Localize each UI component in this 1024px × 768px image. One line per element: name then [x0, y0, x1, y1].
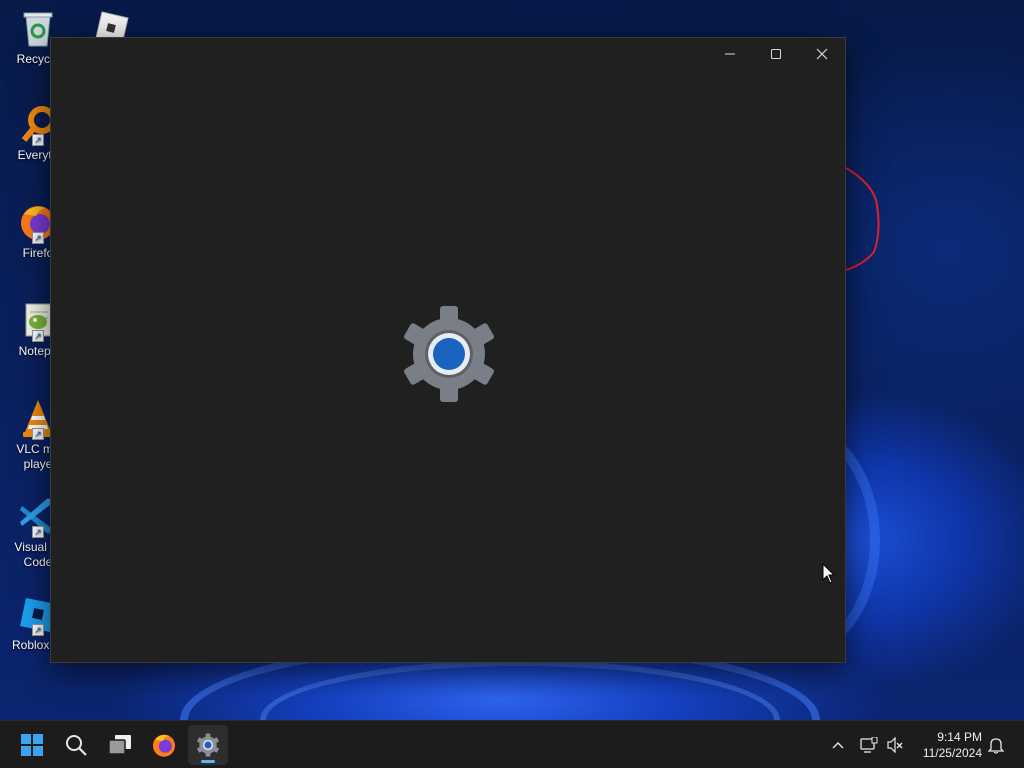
- clock-date: 11/25/2024: [922, 746, 982, 760]
- shortcut-arrow-icon: ↗: [32, 428, 44, 440]
- active-app-indicator: [201, 760, 215, 763]
- notifications-button[interactable]: [984, 721, 1008, 768]
- volume-muted-icon: [887, 737, 903, 753]
- shortcut-arrow-icon: ↗: [32, 330, 44, 342]
- taskbar-clock[interactable]: 9:14 PM 11/25/2024: [912, 729, 982, 761]
- start-button[interactable]: [12, 725, 52, 765]
- network-icon: [860, 737, 878, 753]
- show-hidden-icons-button[interactable]: [826, 721, 850, 768]
- title-bar[interactable]: [51, 38, 845, 70]
- taskbar: 9:14 PM 11/25/2024: [0, 720, 1024, 768]
- shortcut-arrow-icon: ↗: [32, 624, 44, 636]
- taskbar-settings-button[interactable]: [188, 725, 228, 765]
- windows-start-icon: [21, 734, 43, 756]
- task-view-icon: [108, 735, 131, 755]
- taskbar-firefox-button[interactable]: [144, 725, 184, 765]
- volume-button[interactable]: [884, 721, 906, 768]
- shortcut-arrow-icon: ↗: [32, 232, 44, 244]
- mouse-pointer-icon: [822, 563, 836, 584]
- notification-bell-icon: [988, 738, 1004, 754]
- maximize-button[interactable]: [753, 38, 799, 70]
- search-icon: [66, 735, 87, 756]
- clock-time: 9:14 PM: [937, 730, 982, 744]
- shortcut-arrow-icon: ↗: [32, 526, 44, 538]
- close-button[interactable]: [799, 38, 845, 70]
- minimize-icon: [725, 53, 735, 55]
- settings-gear-icon: [197, 733, 219, 757]
- task-view-button[interactable]: [100, 725, 140, 765]
- settings-gear-icon: [404, 306, 494, 402]
- shortcut-arrow-icon: ↗: [32, 134, 44, 146]
- close-icon: [816, 48, 828, 60]
- firefox-icon: [152, 734, 176, 757]
- network-status-button[interactable]: [858, 721, 880, 768]
- chevron-up-icon: [832, 742, 844, 749]
- search-button[interactable]: [56, 725, 96, 765]
- maximize-icon: [771, 49, 781, 59]
- settings-window[interactable]: [50, 37, 846, 663]
- minimize-button[interactable]: [707, 38, 753, 70]
